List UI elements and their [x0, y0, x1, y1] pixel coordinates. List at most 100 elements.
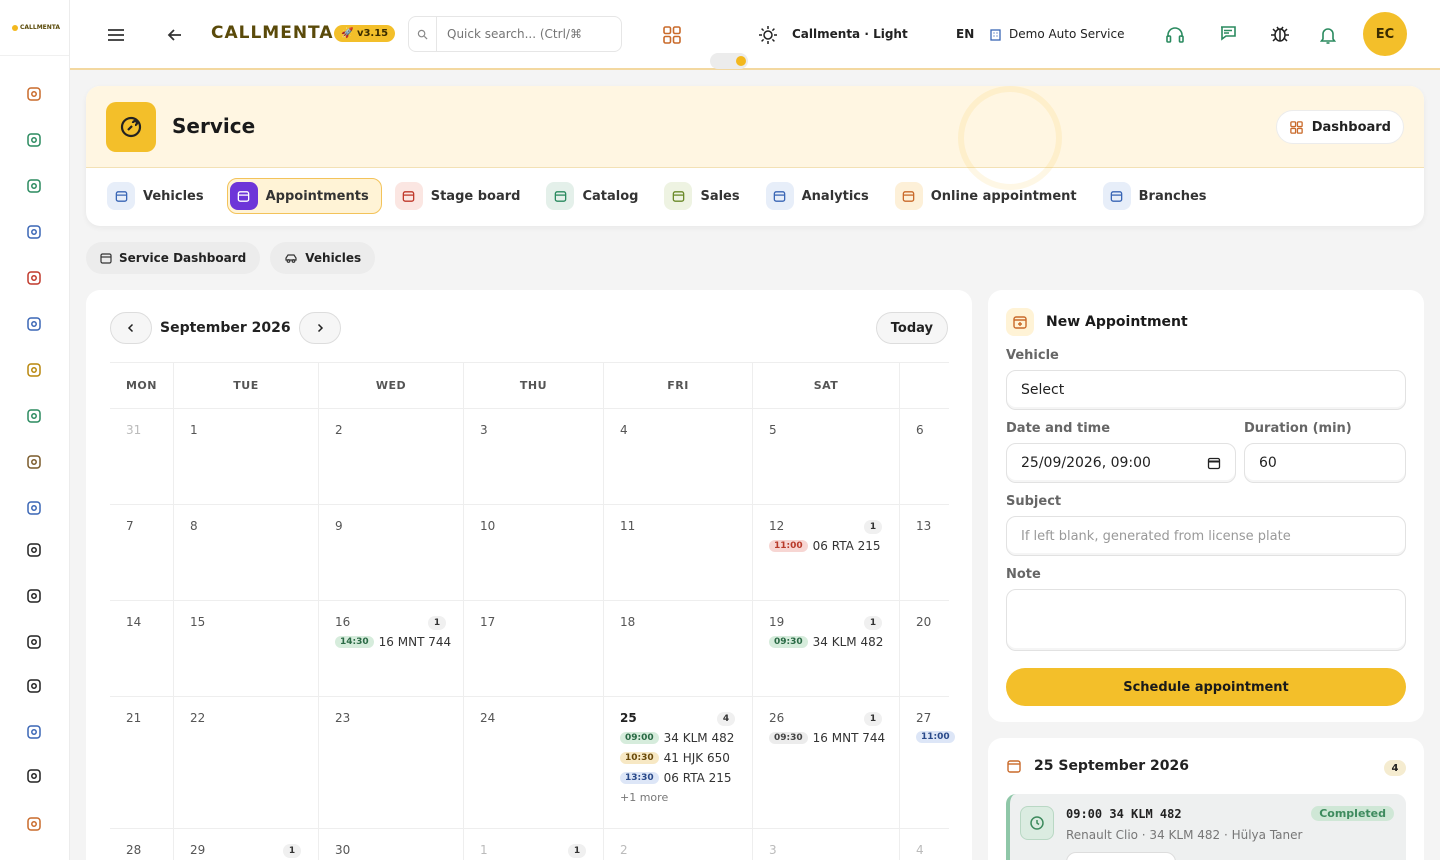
note-textarea[interactable] [1006, 589, 1406, 651]
subtab-vehicles[interactable]: Vehicles [270, 242, 376, 274]
calendar-day-cell[interactable]: 11 [464, 829, 604, 860]
datetime-input[interactable]: 25/09/2026, 09:00 [1006, 443, 1236, 483]
tab-sales[interactable]: Sales [661, 178, 752, 214]
calendar-day-cell[interactable]: 26 1 09:30 16 MNT 744 [753, 697, 900, 829]
calendar-day-cell[interactable]: 8 [174, 505, 319, 601]
more-events-link[interactable]: +1 more [620, 791, 752, 804]
tab-online-appointment[interactable]: Online appointment [892, 178, 1090, 214]
calendar-day-cell[interactable]: 3 [753, 829, 900, 860]
calendar-day-cell[interactable]: 2 [319, 409, 464, 505]
app-logo[interactable]: CALLMENTA [0, 0, 69, 56]
calendar-day-cell[interactable]: 16 1 14:30 16 MNT 744 [319, 601, 464, 697]
tab-stage-board[interactable]: Stage board [392, 178, 534, 214]
calendar-event[interactable]: 11:00 06 RTA 215 [769, 539, 899, 553]
tab-vehicles[interactable]: Vehicles [104, 178, 217, 214]
tab-appointments[interactable]: Appointments [226, 178, 382, 214]
calendar-day-cell[interactable]: 25 4 09:00 34 KLM 482 10:30 41 HJK 650 13:30 06… [604, 697, 753, 829]
apps-grid-icon[interactable] [661, 24, 683, 46]
appointment-action-pill[interactable] [1066, 852, 1176, 860]
trophy-icon[interactable] [22, 358, 46, 382]
prev-month-button[interactable] [110, 312, 152, 344]
tab-catalog[interactable]: Catalog [543, 178, 651, 214]
clock-icon[interactable] [22, 266, 46, 290]
calendar-day-cell[interactable]: 23 [319, 697, 464, 829]
next-month-button[interactable] [298, 312, 341, 344]
inbox-icon[interactable] [22, 174, 46, 198]
calendar-day-cell[interactable]: 7 [110, 505, 174, 601]
bug-icon[interactable] [1269, 23, 1291, 45]
back-arrow-icon[interactable] [166, 26, 184, 44]
dashboard-button[interactable]: Dashboard [1275, 110, 1404, 144]
quick-search[interactable] [408, 16, 622, 52]
dashboard-icon[interactable] [22, 82, 46, 106]
subtab-service-dashboard[interactable]: Service Dashboard [86, 242, 261, 274]
bell-icon[interactable] [1319, 25, 1337, 45]
calendar-day-cell[interactable]: 1 [174, 409, 319, 505]
calendar-picker-icon[interactable] [1207, 456, 1221, 470]
calendar-event[interactable]: 14:30 16 MNT 744 [335, 635, 463, 649]
calendar-day-cell[interactable]: 24 [464, 697, 604, 829]
calendar-day-cell[interactable]: 6 [900, 409, 949, 505]
calendar-day-cell[interactable]: 29 1 [174, 829, 319, 860]
chat-icon[interactable] [1218, 23, 1238, 43]
calendar-day-cell[interactable]: 4 [900, 829, 949, 860]
calendar-day-cell[interactable]: 31 [110, 409, 174, 505]
tab-analytics[interactable]: Analytics [763, 178, 882, 214]
calendar-day-cell[interactable]: 5 [753, 409, 900, 505]
calendar-day-cell[interactable]: 15 [174, 601, 319, 697]
calendar-day-cell[interactable]: 14 [110, 601, 174, 697]
event-plate: 41 HJK 650 [663, 751, 730, 765]
company-selector[interactable]: Demo Auto Service [1009, 27, 1125, 41]
menu-icon[interactable] [106, 25, 126, 45]
search-input[interactable] [437, 27, 621, 41]
hierarchy-icon[interactable] [22, 720, 46, 744]
users-icon[interactable] [22, 496, 46, 520]
calendar-day-cell[interactable]: 12 1 11:00 06 RTA 215 [753, 505, 900, 601]
calendar-day-cell[interactable]: 17 [464, 601, 604, 697]
car-icon[interactable] [22, 630, 46, 654]
calendar-event[interactable]: 10:30 41 HJK 650 [620, 751, 752, 765]
calendar-day-cell[interactable]: 20 [900, 601, 949, 697]
calendar-day-cell[interactable]: 19 1 09:30 34 KLM 482 [753, 601, 900, 697]
calendar-day-cell[interactable]: 21 [110, 697, 174, 829]
calendar-day-cell[interactable]: 9 [319, 505, 464, 601]
tasks-icon[interactable] [22, 128, 46, 152]
calendar-event[interactable]: 13:30 06 RTA 215 [620, 771, 752, 785]
calendar-day-cell[interactable]: 13 [900, 505, 949, 601]
calendar-day-cell[interactable]: 28 [110, 829, 174, 860]
calendar-day-cell[interactable]: 3 [464, 409, 604, 505]
calendar-event[interactable]: 11:00 [916, 731, 955, 743]
calendar-event[interactable]: 09:00 34 KLM 482 [620, 731, 752, 745]
contacts-icon[interactable] [22, 220, 46, 244]
calendar-day-cell[interactable]: 11 [604, 505, 753, 601]
vehicle-select[interactable]: Select [1006, 370, 1406, 410]
call-incoming-icon[interactable] [22, 538, 46, 562]
subject-input[interactable]: If left blank, generated from license pl… [1006, 516, 1406, 556]
calendar-day-cell[interactable]: 18 [604, 601, 753, 697]
gear-icon[interactable] [22, 450, 46, 474]
appointment-card[interactable]: 09:00 34 KLM 482 Renault Clio · 34 KLM 4… [1006, 794, 1406, 860]
tab-branches[interactable]: Branches [1100, 178, 1220, 214]
language-selector[interactable]: EN [956, 27, 974, 41]
calendar-day-cell[interactable]: 2 [604, 829, 753, 860]
today-button[interactable]: Today [875, 312, 948, 344]
calendar-day-cell[interactable]: 30 [319, 829, 464, 860]
calendar-day-cell[interactable]: 10 [464, 505, 604, 601]
schedule-appointment-button[interactable]: Schedule appointment [1006, 668, 1406, 706]
duration-input[interactable]: 60 [1244, 443, 1406, 483]
team-icon[interactable] [22, 312, 46, 336]
tag-icon[interactable] [22, 674, 46, 698]
grid-icon[interactable] [22, 812, 46, 836]
calendar-day-cell[interactable]: 4 [604, 409, 753, 505]
shield-icon[interactable] [22, 764, 46, 788]
calendar-event[interactable]: 09:30 16 MNT 744 [769, 731, 899, 745]
sun-icon[interactable] [758, 25, 778, 45]
theme-toggle[interactable] [710, 53, 748, 69]
headset-icon[interactable] [1164, 24, 1186, 46]
calendar-event[interactable]: 09:30 34 KLM 482 [769, 635, 899, 649]
user-avatar[interactable]: EC [1363, 12, 1407, 56]
service-icon[interactable] [22, 584, 46, 608]
megaphone-icon[interactable] [22, 404, 46, 428]
calendar-day-cell[interactable]: 22 [174, 697, 319, 829]
calendar-day-cell[interactable]: 27 11:00 [900, 697, 955, 829]
